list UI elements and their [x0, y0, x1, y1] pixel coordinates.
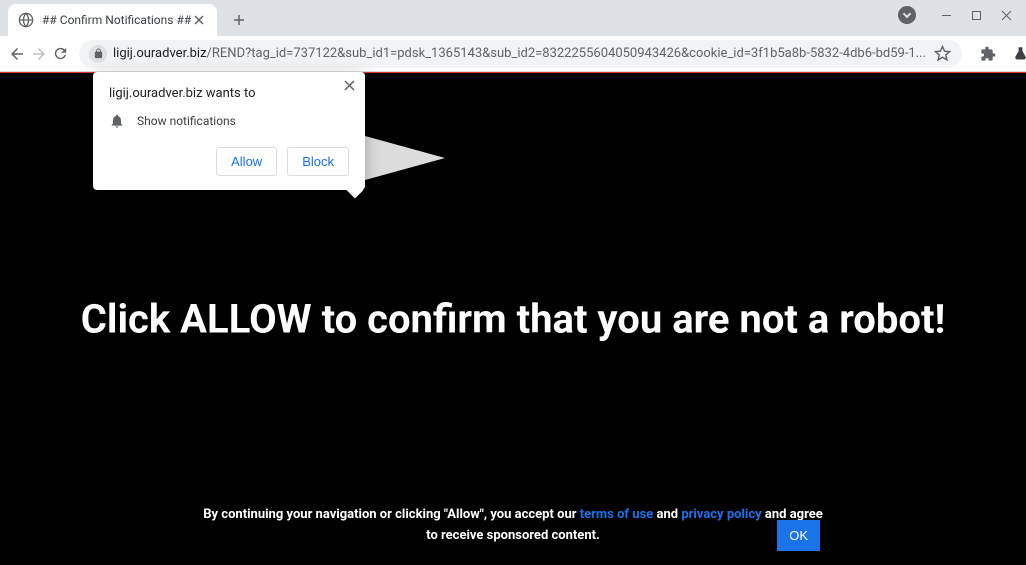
- url-text: ligij.ouradver.biz/REND?tag_id=737122&su…: [113, 46, 926, 61]
- labs-icon[interactable]: [1010, 44, 1026, 64]
- globe-icon: [18, 12, 34, 28]
- ok-button[interactable]: OK: [777, 520, 820, 551]
- close-window-button[interactable]: [1000, 9, 1012, 21]
- tab-title: ## Confirm Notifications ##: [42, 13, 191, 27]
- page-content: ligij.ouradver.biz wants to Show notific…: [0, 72, 1026, 565]
- footer-text-1: By continuing your navigation or clickin…: [203, 507, 579, 522]
- tab-close-icon[interactable]: [191, 12, 207, 28]
- extensions-icon[interactable]: [978, 44, 998, 64]
- permission-origin-text: ligij.ouradver.biz wants to: [109, 86, 349, 101]
- address-bar[interactable]: ligij.ouradver.biz/REND?tag_id=737122&su…: [79, 40, 962, 68]
- block-button[interactable]: Block: [287, 147, 349, 176]
- terms-link[interactable]: terms of use: [580, 507, 654, 522]
- star-icon[interactable]: [932, 44, 952, 64]
- minimize-button[interactable]: [940, 9, 952, 21]
- forward-button: [30, 40, 48, 68]
- browser-toolbar: ligij.ouradver.biz/REND?tag_id=737122&su…: [0, 36, 1026, 72]
- back-button[interactable]: [8, 40, 26, 68]
- browser-tab[interactable]: ## Confirm Notifications ##: [8, 4, 217, 36]
- reload-button[interactable]: [52, 40, 69, 68]
- close-icon[interactable]: [344, 80, 355, 91]
- maximize-button[interactable]: [970, 9, 982, 21]
- account-indicator-icon[interactable]: [898, 6, 916, 24]
- browser-titlebar: ## Confirm Notifications ##: [0, 0, 1026, 36]
- window-controls: [898, 0, 1026, 30]
- notification-permission-dialog: ligij.ouradver.biz wants to Show notific…: [93, 72, 365, 190]
- footer-and: and: [653, 507, 681, 522]
- bell-icon: [109, 113, 125, 129]
- footer-line2: to receive sponsored content.: [426, 528, 600, 543]
- permission-description: Show notifications: [137, 114, 236, 128]
- lock-icon[interactable]: [89, 45, 107, 63]
- privacy-link[interactable]: privacy policy: [681, 507, 761, 522]
- page-headline: Click ALLOW to confirm that you are not …: [26, 295, 1001, 342]
- toolbar-right-icons: [972, 44, 1026, 64]
- new-tab-button[interactable]: [225, 6, 253, 34]
- allow-button[interactable]: Allow: [216, 147, 277, 176]
- pointer-arrow-icon: [365, 136, 445, 180]
- consent-footer: By continuing your navigation or clickin…: [0, 505, 1026, 547]
